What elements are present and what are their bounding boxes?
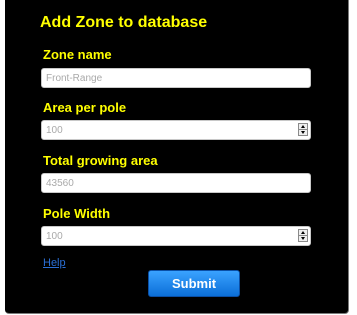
zone-name-input[interactable] [41, 68, 311, 88]
submit-button[interactable]: Submit [148, 270, 240, 297]
spinner-down-arrow-icon[interactable] [299, 130, 307, 136]
pole-width-label: Pole Width [43, 206, 111, 221]
total-growing-area-input[interactable] [41, 173, 311, 193]
form-title: Add Zone to database [40, 14, 208, 31]
pole-width-input[interactable] [41, 226, 311, 246]
area-per-pole-input[interactable] [41, 120, 311, 140]
pole-width-stepper [41, 226, 311, 246]
spinner-icon [298, 123, 308, 136]
area-per-pole-stepper [41, 120, 311, 140]
spinner-icon [298, 229, 308, 242]
spinner-down-arrow-icon[interactable] [299, 236, 307, 242]
add-zone-panel: Add Zone to database Zone name Area per … [5, 0, 349, 314]
zone-name-label: Zone name [43, 47, 112, 62]
area-per-pole-label: Area per pole [43, 100, 127, 115]
total-growing-area-label: Total growing area [43, 153, 158, 168]
help-link[interactable]: Help [43, 256, 66, 270]
